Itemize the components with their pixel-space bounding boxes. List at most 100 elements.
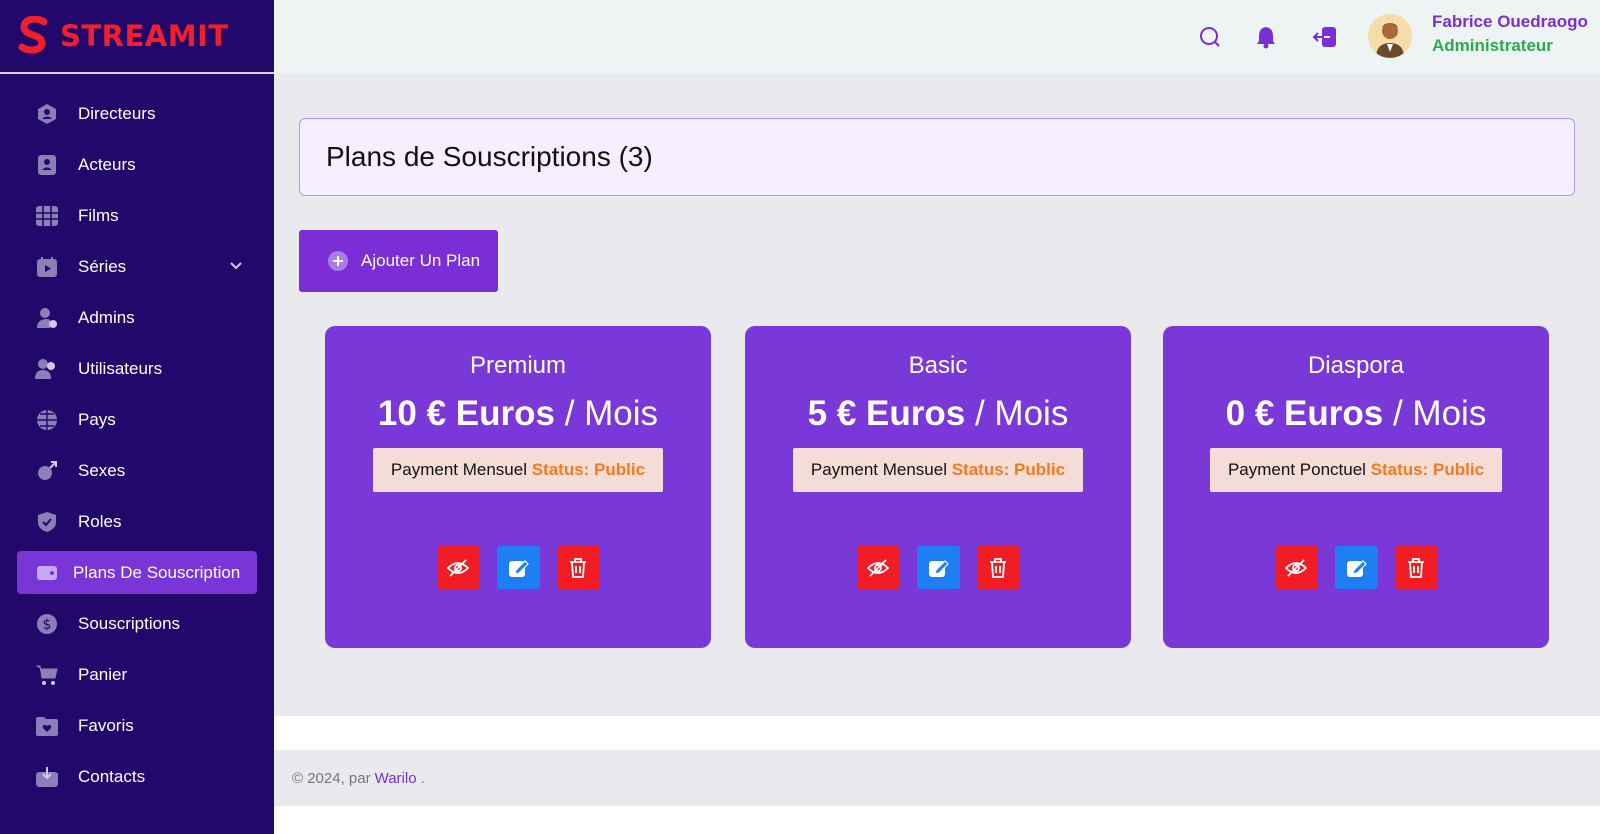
bell-icon[interactable] (1251, 22, 1281, 52)
sidebar-item-label: Favoris (78, 715, 134, 735)
director-icon (35, 102, 59, 126)
sidebar-item-pays[interactable]: Pays (17, 398, 257, 441)
brand-name: STREAMIT (60, 19, 229, 53)
sidebar-item-favoris[interactable]: Favoris (17, 704, 257, 747)
sidebar-item-souscriptions[interactable]: $ Souscriptions (17, 602, 257, 645)
series-icon (35, 255, 59, 279)
user-role: Administrateur (1432, 36, 1553, 55)
plan-name: Premium (469, 352, 566, 379)
wallet-icon (35, 561, 59, 585)
plan-payment-badge: Payment Mensuel Status: Public (372, 448, 664, 492)
delete-plan-button[interactable] (556, 546, 600, 589)
plan-price: 5 € Euros / Mois (745, 394, 1131, 434)
edit-plan-button[interactable] (496, 546, 540, 589)
edit-plan-button[interactable] (916, 546, 960, 589)
sidebar-item-panier[interactable]: Panier (17, 653, 257, 696)
sidebar-item-utilisateurs[interactable]: Utilisateurs (17, 347, 257, 390)
plan-card-basic: Basic 5 € Euros / Mois Payment Mensuel S… (745, 326, 1131, 648)
sidebar-item-label: Directeurs (78, 103, 156, 123)
plan-payment: Payment Ponctuel (1227, 460, 1366, 479)
page-title: Plans de Souscriptions (3) (326, 141, 653, 172)
footer-suffix: . (420, 769, 425, 787)
add-plan-button[interactable]: Ajouter Un Plan (299, 230, 498, 292)
favorites-icon (35, 714, 59, 738)
sidebar-item-label: Roles (78, 511, 122, 531)
plan-actions (745, 546, 1131, 589)
sidebar-item-series[interactable]: Séries (17, 245, 257, 288)
edit-icon (1347, 559, 1367, 577)
footer-prefix: © 2024, par (292, 769, 371, 787)
plan-payment: Payment Mensuel (390, 460, 527, 479)
add-plan-label: Ajouter Un Plan (361, 251, 481, 270)
plan-period: / Mois (1392, 394, 1487, 433)
sidebar-item-label: Sexes (78, 460, 126, 480)
user-name[interactable]: Fabrice Ouedraogo (1432, 12, 1588, 32)
search-icon[interactable] (1195, 22, 1225, 52)
hide-plan-button[interactable] (1274, 546, 1318, 589)
users-icon (35, 357, 59, 381)
sidebar-item-roles[interactable]: Roles (17, 500, 257, 543)
sidebar-item-label: Plans De Souscription (73, 562, 241, 582)
plan-period: / Mois (564, 394, 659, 433)
brand[interactable]: STREAMIT (0, 0, 274, 74)
sidebar-item-plans-de-souscription[interactable]: Plans De Souscription (17, 551, 257, 594)
film-icon (35, 204, 59, 228)
plan-price: 10 € Euros / Mois (325, 394, 711, 434)
plan-status: Status: Public (531, 460, 646, 479)
admin-icon (35, 306, 59, 330)
plan-status: Status: Public (1370, 460, 1485, 479)
plan-amount: 0 € Euros (1225, 394, 1384, 433)
shield-icon (35, 510, 59, 534)
sidebar-item-label: Contacts (78, 766, 146, 786)
plan-status: Status: Public (951, 460, 1066, 479)
actor-icon (35, 153, 59, 177)
plan-payment-badge: Payment Ponctuel Status: Public (1209, 448, 1503, 492)
sidebar-item-label: Panier (78, 664, 128, 684)
hide-plan-button[interactable] (436, 546, 480, 589)
avatar[interactable] (1368, 14, 1412, 58)
edit-plan-button[interactable] (1334, 546, 1378, 589)
globe-icon (35, 408, 59, 432)
sidebar-item-sexes[interactable]: Sexes (17, 449, 257, 492)
sidebar-item-label: Utilisateurs (78, 358, 163, 378)
sidebar-item-admins[interactable]: Admins (17, 296, 257, 339)
eye-off-icon (1285, 558, 1307, 577)
sidebar-item-directeurs[interactable]: Directeurs (17, 92, 257, 135)
plan-payment: Payment Mensuel (810, 460, 947, 479)
cart-icon (35, 663, 59, 687)
plan-card-premium: Premium 10 € Euros / Mois Payment Mensue… (325, 326, 711, 648)
sidebar-item-label: Souscriptions (78, 613, 181, 633)
plan-payment-badge: Payment Mensuel Status: Public (792, 448, 1084, 492)
edit-icon (929, 559, 949, 577)
sidebar-item-contacts[interactable]: Contacts (17, 755, 257, 798)
trash-icon (570, 557, 586, 578)
gender-icon (35, 459, 59, 483)
delete-plan-button[interactable] (1394, 546, 1438, 589)
streamit-logo-icon (18, 16, 48, 54)
edit-icon (509, 559, 529, 577)
logout-icon[interactable] (1310, 22, 1340, 52)
footer-link[interactable]: Warilo (375, 770, 417, 787)
page-title-box: Plans de Souscriptions (3) (299, 118, 1575, 196)
trash-icon (990, 557, 1006, 578)
plan-period: / Mois (974, 394, 1069, 433)
sidebar-item-label: Films (78, 205, 119, 225)
chevron-down-icon[interactable] (229, 259, 243, 273)
dollar-icon: $ (35, 612, 59, 636)
sidebar-item-acteurs[interactable]: Acteurs (17, 143, 257, 186)
plan-actions (325, 546, 711, 589)
sidebar-item-label: Acteurs (78, 154, 136, 174)
plan-actions (1163, 546, 1549, 589)
hide-plan-button[interactable] (856, 546, 900, 589)
svg-text:$: $ (43, 617, 52, 633)
plan-card-diaspora: Diaspora 0 € Euros / Mois Payment Ponctu… (1163, 326, 1549, 648)
content-divider (274, 716, 1600, 750)
eye-off-icon (867, 558, 889, 577)
plan-amount: 10 € Euros (377, 394, 555, 433)
inbox-icon (35, 765, 59, 789)
sidebar-item-label: Admins (78, 307, 135, 327)
plus-circle-icon (328, 251, 348, 271)
trash-icon (1408, 557, 1424, 578)
sidebar-item-films[interactable]: Films (17, 194, 257, 237)
delete-plan-button[interactable] (976, 546, 1020, 589)
